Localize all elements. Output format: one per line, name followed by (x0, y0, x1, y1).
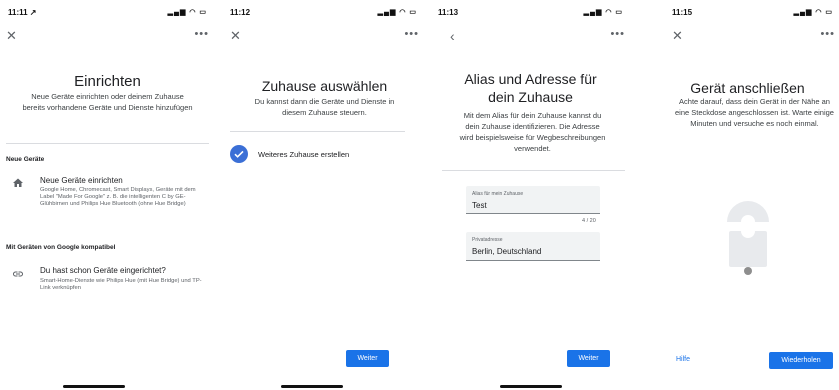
page-title: Zuhause auswählen (261, 78, 388, 94)
status-time: 11:13 (438, 8, 459, 17)
item-description: Google Home, Chromecast, Smart Displays,… (40, 187, 196, 208)
link-icon (12, 267, 26, 281)
close-icon[interactable]: ✕ (6, 28, 17, 44)
status-bar: 11:11 ↗ ▂▄▆ ◠ ▭ (6, 8, 209, 22)
screen-einrichten: 11:11 ↗ ▂▄▆ ◠ ▭ ✕ ••• Einrichten Neue Ge… (6, 0, 209, 390)
address-field-label: Privatadresse (472, 237, 503, 243)
signal-wifi-battery-icons: ▂▄▆ ◠ ▭ (583, 9, 623, 16)
close-icon[interactable]: ✕ (672, 28, 683, 44)
home-indicator (500, 385, 562, 388)
help-link[interactable]: Hilfe (676, 356, 690, 363)
status-bar: 11:12 ▂▄▆ ◠ ▭ (216, 8, 419, 22)
status-bar: 11:13 ▂▄▆ ◠ ▭ (422, 8, 625, 22)
screen-geraet-anschliessen: 11:15 ▂▄▆ ◠ ▭ ✕ ••• Gerät anschließen Ac… (632, 0, 835, 390)
signal-wifi-battery-icons: ▂▄▆ ◠ ▭ (377, 9, 417, 16)
status-time: 11:15 (672, 8, 693, 17)
page-title: Gerät anschließen (690, 80, 805, 96)
item-title: Du hast schon Geräte eingerichtet? (40, 266, 166, 275)
alias-field-label: Alias für mein Zuhause (472, 191, 524, 197)
retry-button[interactable]: Wiederholen (769, 352, 833, 369)
page-description: Neue Geräte einrichten oder deinem Zuhau… (22, 92, 193, 112)
home-icon (12, 176, 26, 190)
screen-zuhause-auswaehlen: 11:12 ▂▄▆ ◠ ▭ ✕ ••• Zuhause auswählen Du… (216, 0, 419, 390)
home-indicator (281, 385, 343, 388)
page-title: Alias und Adresse für dein Zuhause (464, 71, 597, 105)
check-circle-icon (230, 145, 248, 163)
more-horizontal-icon[interactable]: ••• (610, 28, 625, 40)
address-field[interactable]: Privatadresse Berlin, Deutschland (466, 232, 600, 261)
weiter-button[interactable]: Weiter (346, 350, 389, 367)
item-description: Smart-Home-Dienste wie Philips Hue (mit … (40, 278, 202, 292)
close-icon[interactable]: ✕ (230, 28, 241, 44)
status-bar: 11:15 ▂▄▆ ◠ ▭ (632, 8, 835, 22)
screen-alias-adresse: 11:13 ▂▄▆ ◠ ▭ ‹ ••• Alias und Adresse fü… (422, 0, 625, 390)
page-description: Mit dem Alias für dein Zuhause kannst du… (459, 111, 606, 153)
device-plug-illustration (723, 198, 773, 278)
address-field-value: Berlin, Deutschland (472, 247, 542, 256)
alias-field[interactable]: Alias für mein Zuhause Test (466, 186, 600, 214)
back-arrow-icon[interactable]: ‹ (450, 28, 455, 44)
more-horizontal-icon[interactable]: ••• (404, 28, 419, 40)
page-description: Achte darauf, dass dein Gerät in der Näh… (675, 97, 834, 128)
section-header-compatible: Mit Geräten von Google kompatibel (6, 244, 116, 251)
divider (442, 170, 625, 171)
status-time: 11:12 (230, 8, 251, 17)
item-title: Neue Geräte einrichten (40, 176, 123, 185)
home-indicator (63, 385, 125, 388)
status-time: 11:11 ↗ (8, 8, 37, 17)
page-title: Einrichten (74, 73, 141, 90)
divider (230, 131, 405, 132)
signal-wifi-battery-icons: ▂▄▆ ◠ ▭ (793, 9, 833, 16)
weiter-button[interactable]: Weiter (567, 350, 610, 367)
divider (6, 143, 209, 144)
page-description: Du kannst dann die Geräte und Dienste in… (254, 97, 395, 117)
more-horizontal-icon[interactable]: ••• (820, 28, 835, 40)
signal-wifi-battery-icons: ▂▄▆ ◠ ▭ (167, 9, 207, 16)
section-header-new-devices: Neue Geräte (6, 156, 45, 163)
option-label: Weiteres Zuhause erstellen (258, 150, 350, 159)
alias-field-value: Test (472, 201, 487, 210)
character-counter: 4 / 20 (582, 218, 596, 224)
more-horizontal-icon[interactable]: ••• (194, 28, 209, 40)
